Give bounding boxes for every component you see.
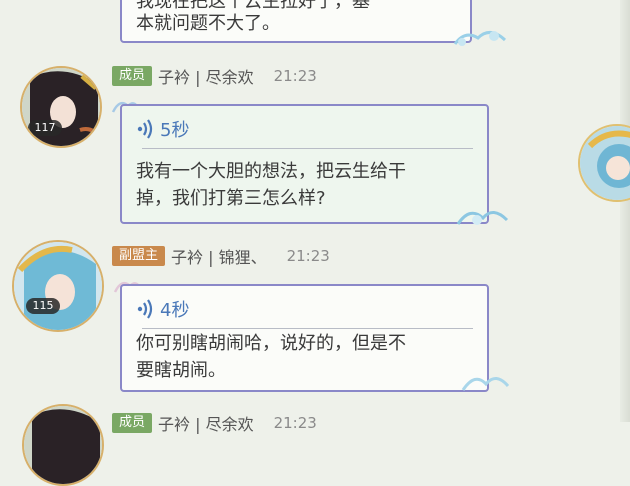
message-time: 21:23 (273, 414, 317, 432)
message-text-line: 掉，我们打第三怎么样? (136, 188, 326, 209)
avatar[interactable] (22, 404, 104, 486)
message-time: 21:23 (273, 67, 317, 85)
cloud-ornament-icon (456, 211, 509, 225)
sender-name[interactable]: 子衿 | 尽余欢 (158, 64, 254, 88)
message-bubble[interactable]: 5秒 我有一个大胆的想法，把云生给干 掉，我们打第三怎么样? (120, 104, 489, 224)
message-meta: 成员 子衿 | 尽余欢 21:23 (112, 412, 317, 434)
sender-name[interactable]: 子衿 | 尽余欢 (158, 411, 254, 435)
divider (142, 328, 473, 329)
divider (142, 148, 473, 149)
rank-badge: 副盟主 (112, 246, 166, 266)
sender-name[interactable]: 子衿 | 锦狸、 (171, 244, 267, 268)
voice-wave-icon (137, 119, 153, 139)
message-text-line: 本就问题不大了。 (136, 13, 280, 34)
right-edge (620, 0, 630, 422)
voice-wave-icon (137, 299, 153, 319)
message-meta: 副盟主 子衿 | 锦狸、 21:23 (112, 245, 330, 267)
message-text-line: 我有一个大胆的想法，把云生给干 (136, 161, 406, 182)
level-badge: 117 (28, 120, 62, 136)
message-bubble-top: 我现在把这个云生拉好了，基 本就问题不大了。 (120, 0, 472, 43)
message-meta: 成员 子衿 | 尽余欢 21:23 (112, 65, 317, 87)
message-bubble[interactable]: 4秒 你可别瞎胡闹哈，说好的，但是不 要瞎胡闹。 (120, 284, 489, 392)
rank-badge: 成员 (112, 413, 153, 433)
voice-message-play[interactable]: 5秒 (136, 116, 189, 142)
avatar-right-partial[interactable] (578, 124, 630, 202)
voice-message-play[interactable]: 4秒 (136, 296, 189, 322)
level-badge: 115 (26, 298, 60, 314)
cloud-ornament-icon (453, 31, 507, 46)
voice-duration: 5秒 (160, 120, 190, 141)
message-time: 21:23 (286, 247, 330, 265)
voice-duration: 4秒 (160, 300, 190, 321)
message-text-line: 要瞎胡闹。 (136, 360, 226, 381)
avatar[interactable]: 115 (12, 240, 104, 332)
rank-badge: 成员 (112, 66, 153, 86)
avatar[interactable]: 117 (20, 66, 102, 148)
message-text-line: 你可别瞎胡闹哈，说好的，但是不 (136, 333, 406, 354)
cloud-ornament-icon (461, 377, 510, 391)
